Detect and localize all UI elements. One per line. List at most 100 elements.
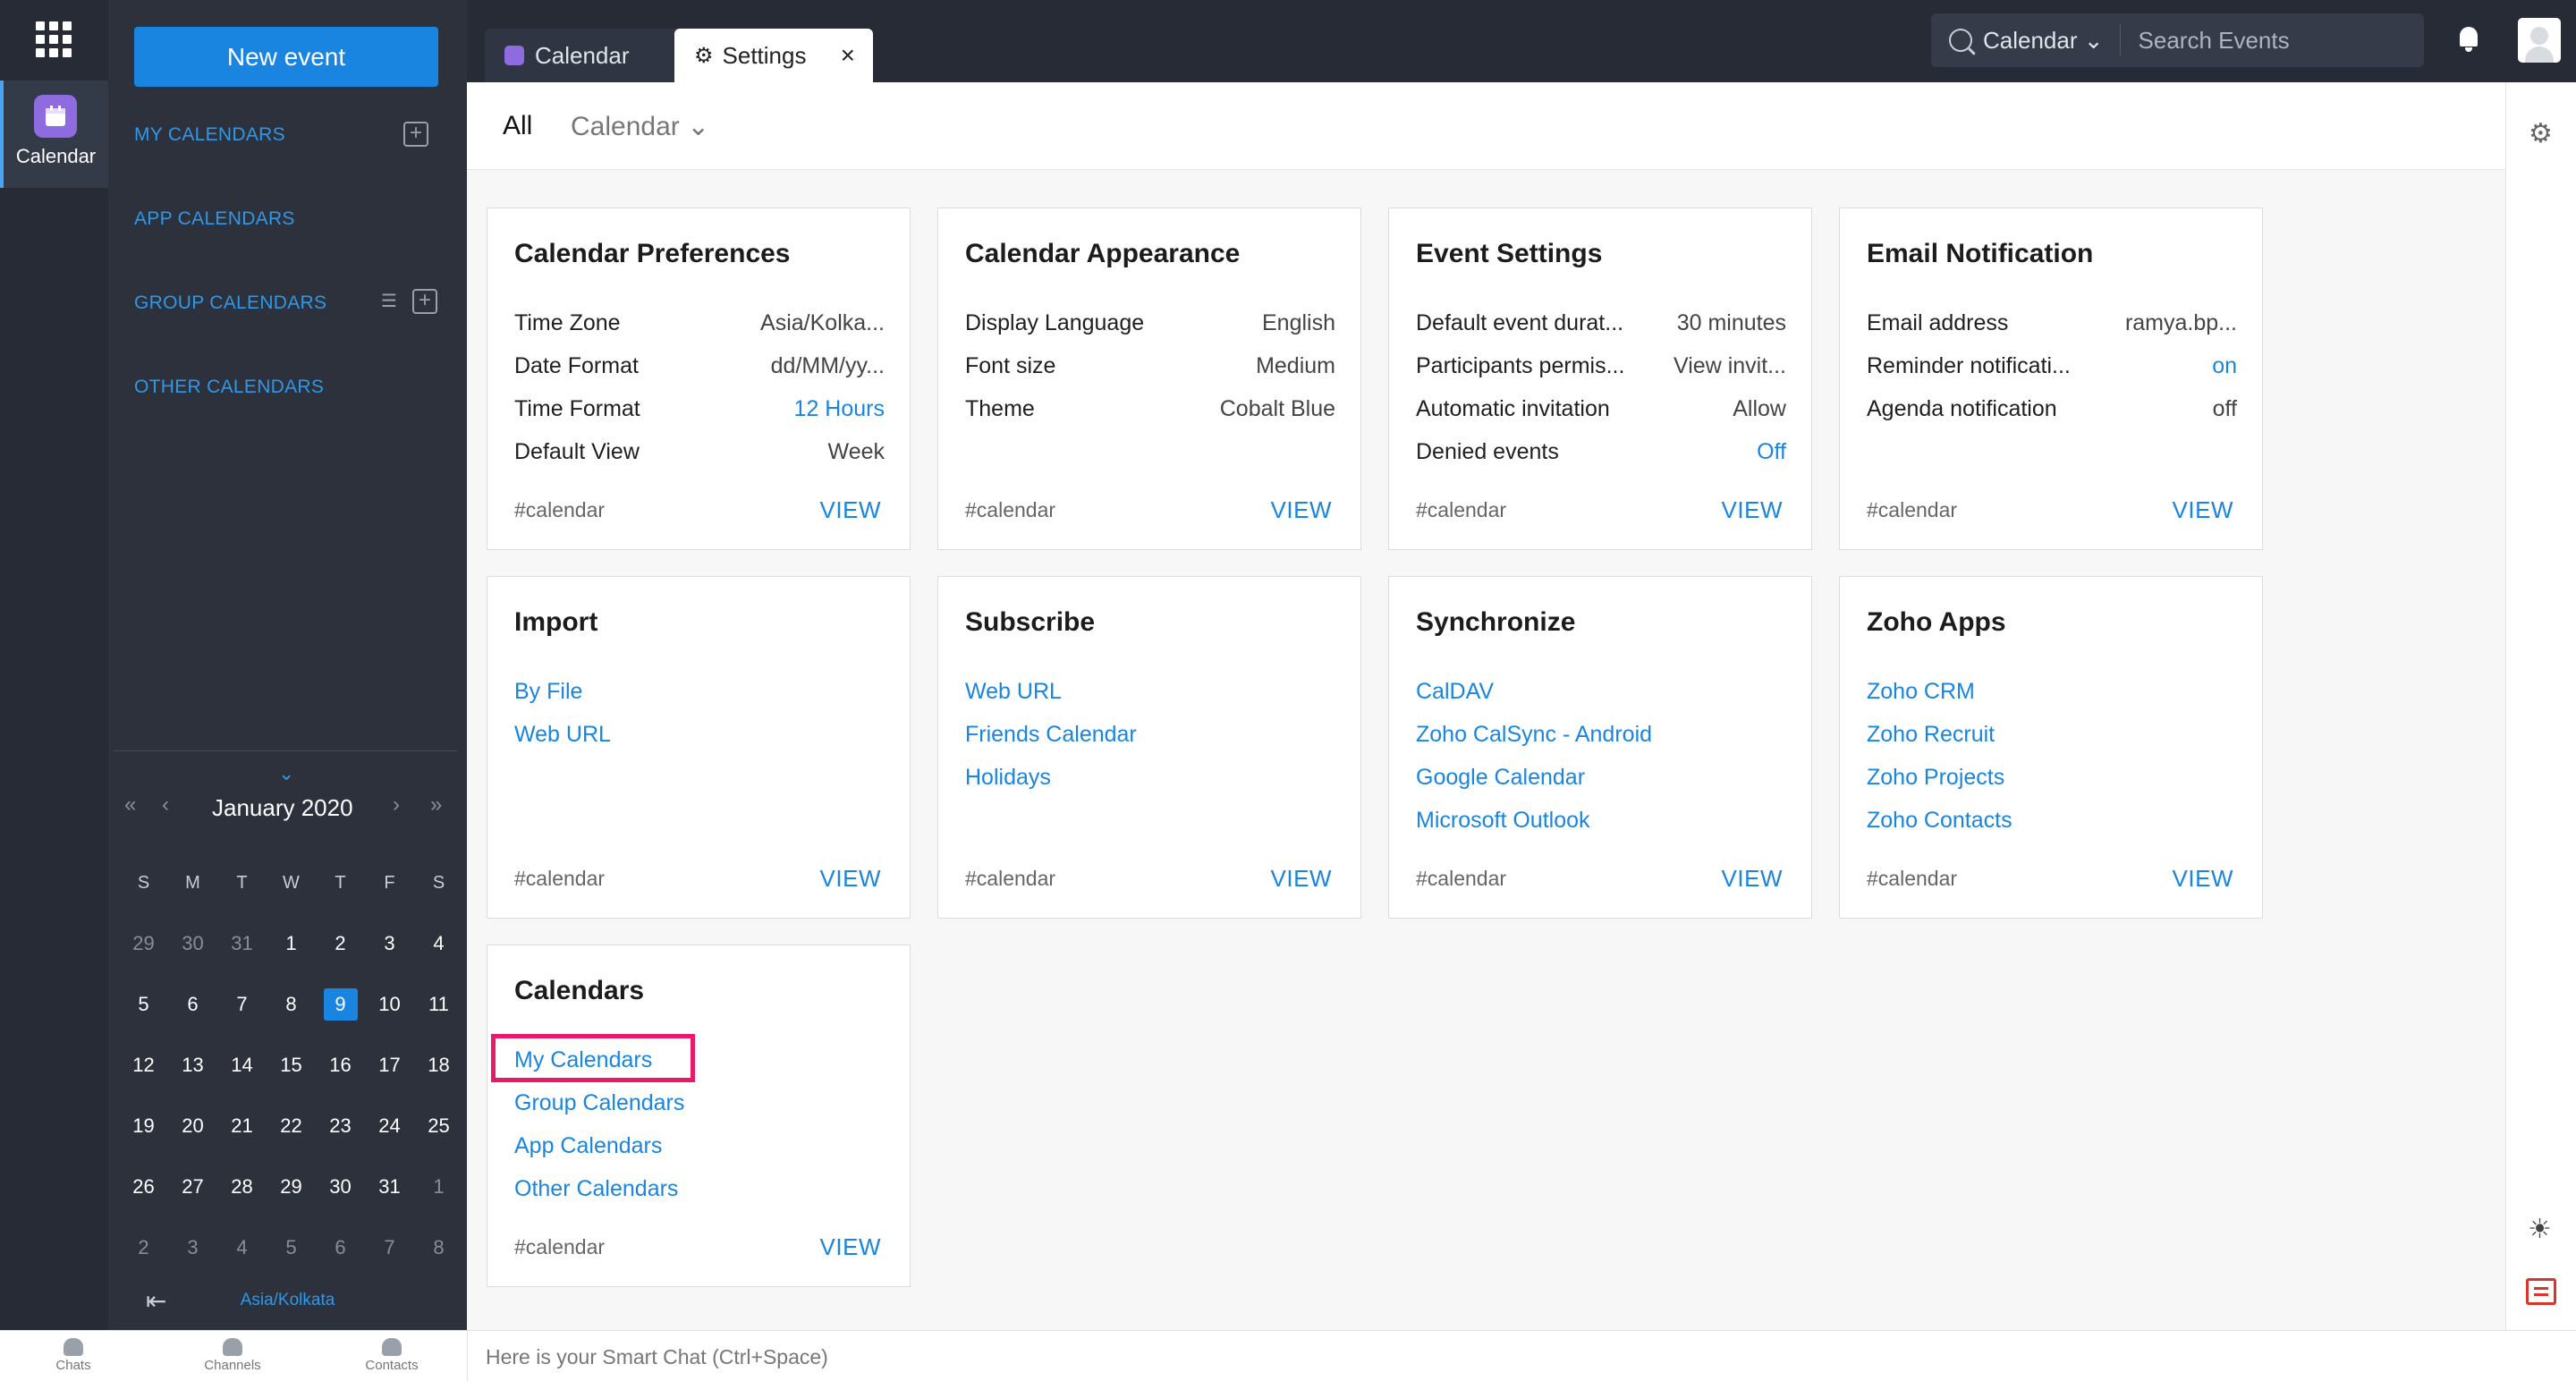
card-link[interactable]: Holidays: [965, 756, 1137, 799]
mini-calendar-day[interactable]: 18: [414, 1050, 463, 1080]
group-settings-icon[interactable]: ☰: [381, 290, 397, 312]
view-button[interactable]: VIEW: [820, 496, 881, 524]
mini-calendar-day[interactable]: 3: [365, 928, 414, 959]
card-link[interactable]: Zoho CalSync - Android: [1416, 713, 1652, 756]
chats-button[interactable]: Chats: [29, 1338, 118, 1373]
mini-calendar-day[interactable]: 7: [365, 1233, 414, 1263]
card-link[interactable]: Zoho CRM: [1867, 670, 2012, 713]
setting-value[interactable]: Off: [1757, 439, 1786, 465]
mini-calendar-day[interactable]: 15: [267, 1050, 316, 1080]
card-link[interactable]: Web URL: [965, 670, 1137, 713]
add-my-calendar-icon[interactable]: +: [403, 122, 428, 147]
view-button[interactable]: VIEW: [1271, 865, 1332, 893]
view-button[interactable]: VIEW: [1722, 496, 1783, 524]
view-button[interactable]: VIEW: [1722, 865, 1783, 893]
add-group-calendar-icon[interactable]: +: [412, 289, 437, 314]
contacts-button[interactable]: Contacts: [347, 1338, 436, 1373]
card-link[interactable]: Friends Calendar: [965, 713, 1137, 756]
chevron-left-icon[interactable]: ‹: [162, 792, 169, 818]
mini-calendar-day[interactable]: 6: [316, 1233, 365, 1263]
card-link[interactable]: Zoho Projects: [1867, 756, 2012, 799]
feedback-icon[interactable]: [2526, 1278, 2556, 1305]
section-app-calendars[interactable]: APP CALENDARS: [134, 208, 295, 230]
mini-calendar-day[interactable]: 19: [119, 1111, 168, 1141]
mini-calendar-day[interactable]: 9: [316, 988, 365, 1021]
mini-calendar-day[interactable]: 20: [168, 1111, 217, 1141]
card-link[interactable]: Web URL: [514, 713, 611, 756]
mini-calendar-day[interactable]: 3: [168, 1233, 217, 1263]
mini-calendar-day[interactable]: 30: [168, 928, 217, 959]
mini-calendar-day[interactable]: 1: [267, 928, 316, 959]
chevron-down-icon[interactable]: ⌄: [278, 762, 294, 785]
channels-button[interactable]: Channels: [188, 1338, 277, 1373]
setting-value[interactable]: on: [2212, 353, 2237, 379]
mini-calendar-day[interactable]: 5: [119, 989, 168, 1020]
mini-calendar-day[interactable]: 22: [267, 1111, 316, 1141]
gear-icon[interactable]: ⚙: [2529, 118, 2553, 149]
card-link[interactable]: Other Calendars: [514, 1167, 684, 1210]
mini-calendar-day[interactable]: 24: [365, 1111, 414, 1141]
mini-calendar-day[interactable]: 14: [217, 1050, 267, 1080]
filter-all[interactable]: All: [503, 111, 532, 141]
chevron-right-icon[interactable]: ›: [393, 792, 400, 818]
new-event-button[interactable]: New event: [134, 27, 438, 87]
card-link[interactable]: By File: [514, 670, 611, 713]
timezone-label[interactable]: Asia/Kolkata: [108, 1291, 467, 1310]
mini-calendar-day[interactable]: 4: [414, 928, 463, 959]
setting-value[interactable]: 12 Hours: [794, 396, 885, 422]
mini-calendar-day[interactable]: 29: [119, 928, 168, 959]
view-button[interactable]: VIEW: [1271, 496, 1332, 524]
mini-calendar-day[interactable]: 17: [365, 1050, 414, 1080]
mini-calendar-day[interactable]: 30: [316, 1172, 365, 1202]
view-button[interactable]: VIEW: [2173, 865, 2233, 893]
mini-calendar-day[interactable]: 4: [217, 1233, 267, 1263]
close-icon[interactable]: ×: [841, 41, 855, 70]
card-link[interactable]: CalDAV: [1416, 670, 1652, 713]
section-group-calendars[interactable]: GROUP CALENDARS: [134, 292, 326, 314]
smart-chat-input[interactable]: Here is your Smart Chat (Ctrl+Space): [486, 1345, 828, 1369]
double-chevron-right-icon[interactable]: »: [430, 792, 442, 818]
bell-icon[interactable]: [2457, 25, 2480, 52]
mini-calendar-day[interactable]: 7: [217, 989, 267, 1020]
mini-calendar-day[interactable]: 6: [168, 989, 217, 1020]
search-input[interactable]: Search Events: [2139, 27, 2290, 55]
mini-calendar-day[interactable]: 2: [316, 928, 365, 959]
view-button[interactable]: VIEW: [820, 865, 881, 893]
mini-calendar-day[interactable]: 31: [365, 1172, 414, 1202]
view-button[interactable]: VIEW: [2173, 496, 2233, 524]
mini-calendar-day[interactable]: 5: [267, 1233, 316, 1263]
mini-calendar-day[interactable]: 27: [168, 1172, 217, 1202]
mini-calendar-day[interactable]: 11: [414, 989, 463, 1020]
mini-calendar-day[interactable]: 12: [119, 1050, 168, 1080]
rail-calendar-app[interactable]: Calendar: [0, 80, 108, 188]
card-link[interactable]: Microsoft Outlook: [1416, 799, 1652, 842]
double-chevron-left-icon[interactable]: «: [124, 792, 136, 818]
apps-grid-icon[interactable]: [36, 21, 72, 57]
mini-calendar-day[interactable]: 21: [217, 1111, 267, 1141]
card-link[interactable]: Zoho Contacts: [1867, 799, 2012, 842]
filter-calendar-dropdown[interactable]: Calendar ⌄: [571, 111, 709, 142]
mini-calendar-day[interactable]: 31: [217, 928, 267, 959]
mini-calendar-day[interactable]: 10: [365, 989, 414, 1020]
search-bar[interactable]: Calendar ⌄ Search Events: [1931, 13, 2424, 67]
tab-calendar[interactable]: Calendar: [485, 29, 692, 82]
mini-calendar-day[interactable]: 28: [217, 1172, 267, 1202]
mini-calendar-day[interactable]: 13: [168, 1050, 217, 1080]
mini-calendar-day[interactable]: 8: [267, 989, 316, 1020]
theme-toggle-icon[interactable]: ☀: [2528, 1214, 2552, 1245]
card-link[interactable]: Google Calendar: [1416, 756, 1652, 799]
mini-calendar-day[interactable]: 2: [119, 1233, 168, 1263]
mini-calendar-day[interactable]: 29: [267, 1172, 316, 1202]
mini-calendar-day[interactable]: 8: [414, 1233, 463, 1263]
avatar[interactable]: [2518, 18, 2561, 63]
mini-calendar-day[interactable]: 23: [316, 1111, 365, 1141]
section-my-calendars[interactable]: MY CALENDARS: [134, 124, 285, 146]
card-link[interactable]: Group Calendars: [514, 1081, 684, 1124]
search-scope-dropdown[interactable]: Calendar ⌄: [1983, 27, 2104, 55]
view-button[interactable]: VIEW: [820, 1233, 881, 1261]
card-link[interactable]: App Calendars: [514, 1124, 684, 1167]
card-link[interactable]: Zoho Recruit: [1867, 713, 2012, 756]
mini-calendar-day[interactable]: 1: [414, 1172, 463, 1202]
tab-settings[interactable]: ⚙ Settings ×: [674, 29, 873, 82]
mini-calendar-day[interactable]: 25: [414, 1111, 463, 1141]
